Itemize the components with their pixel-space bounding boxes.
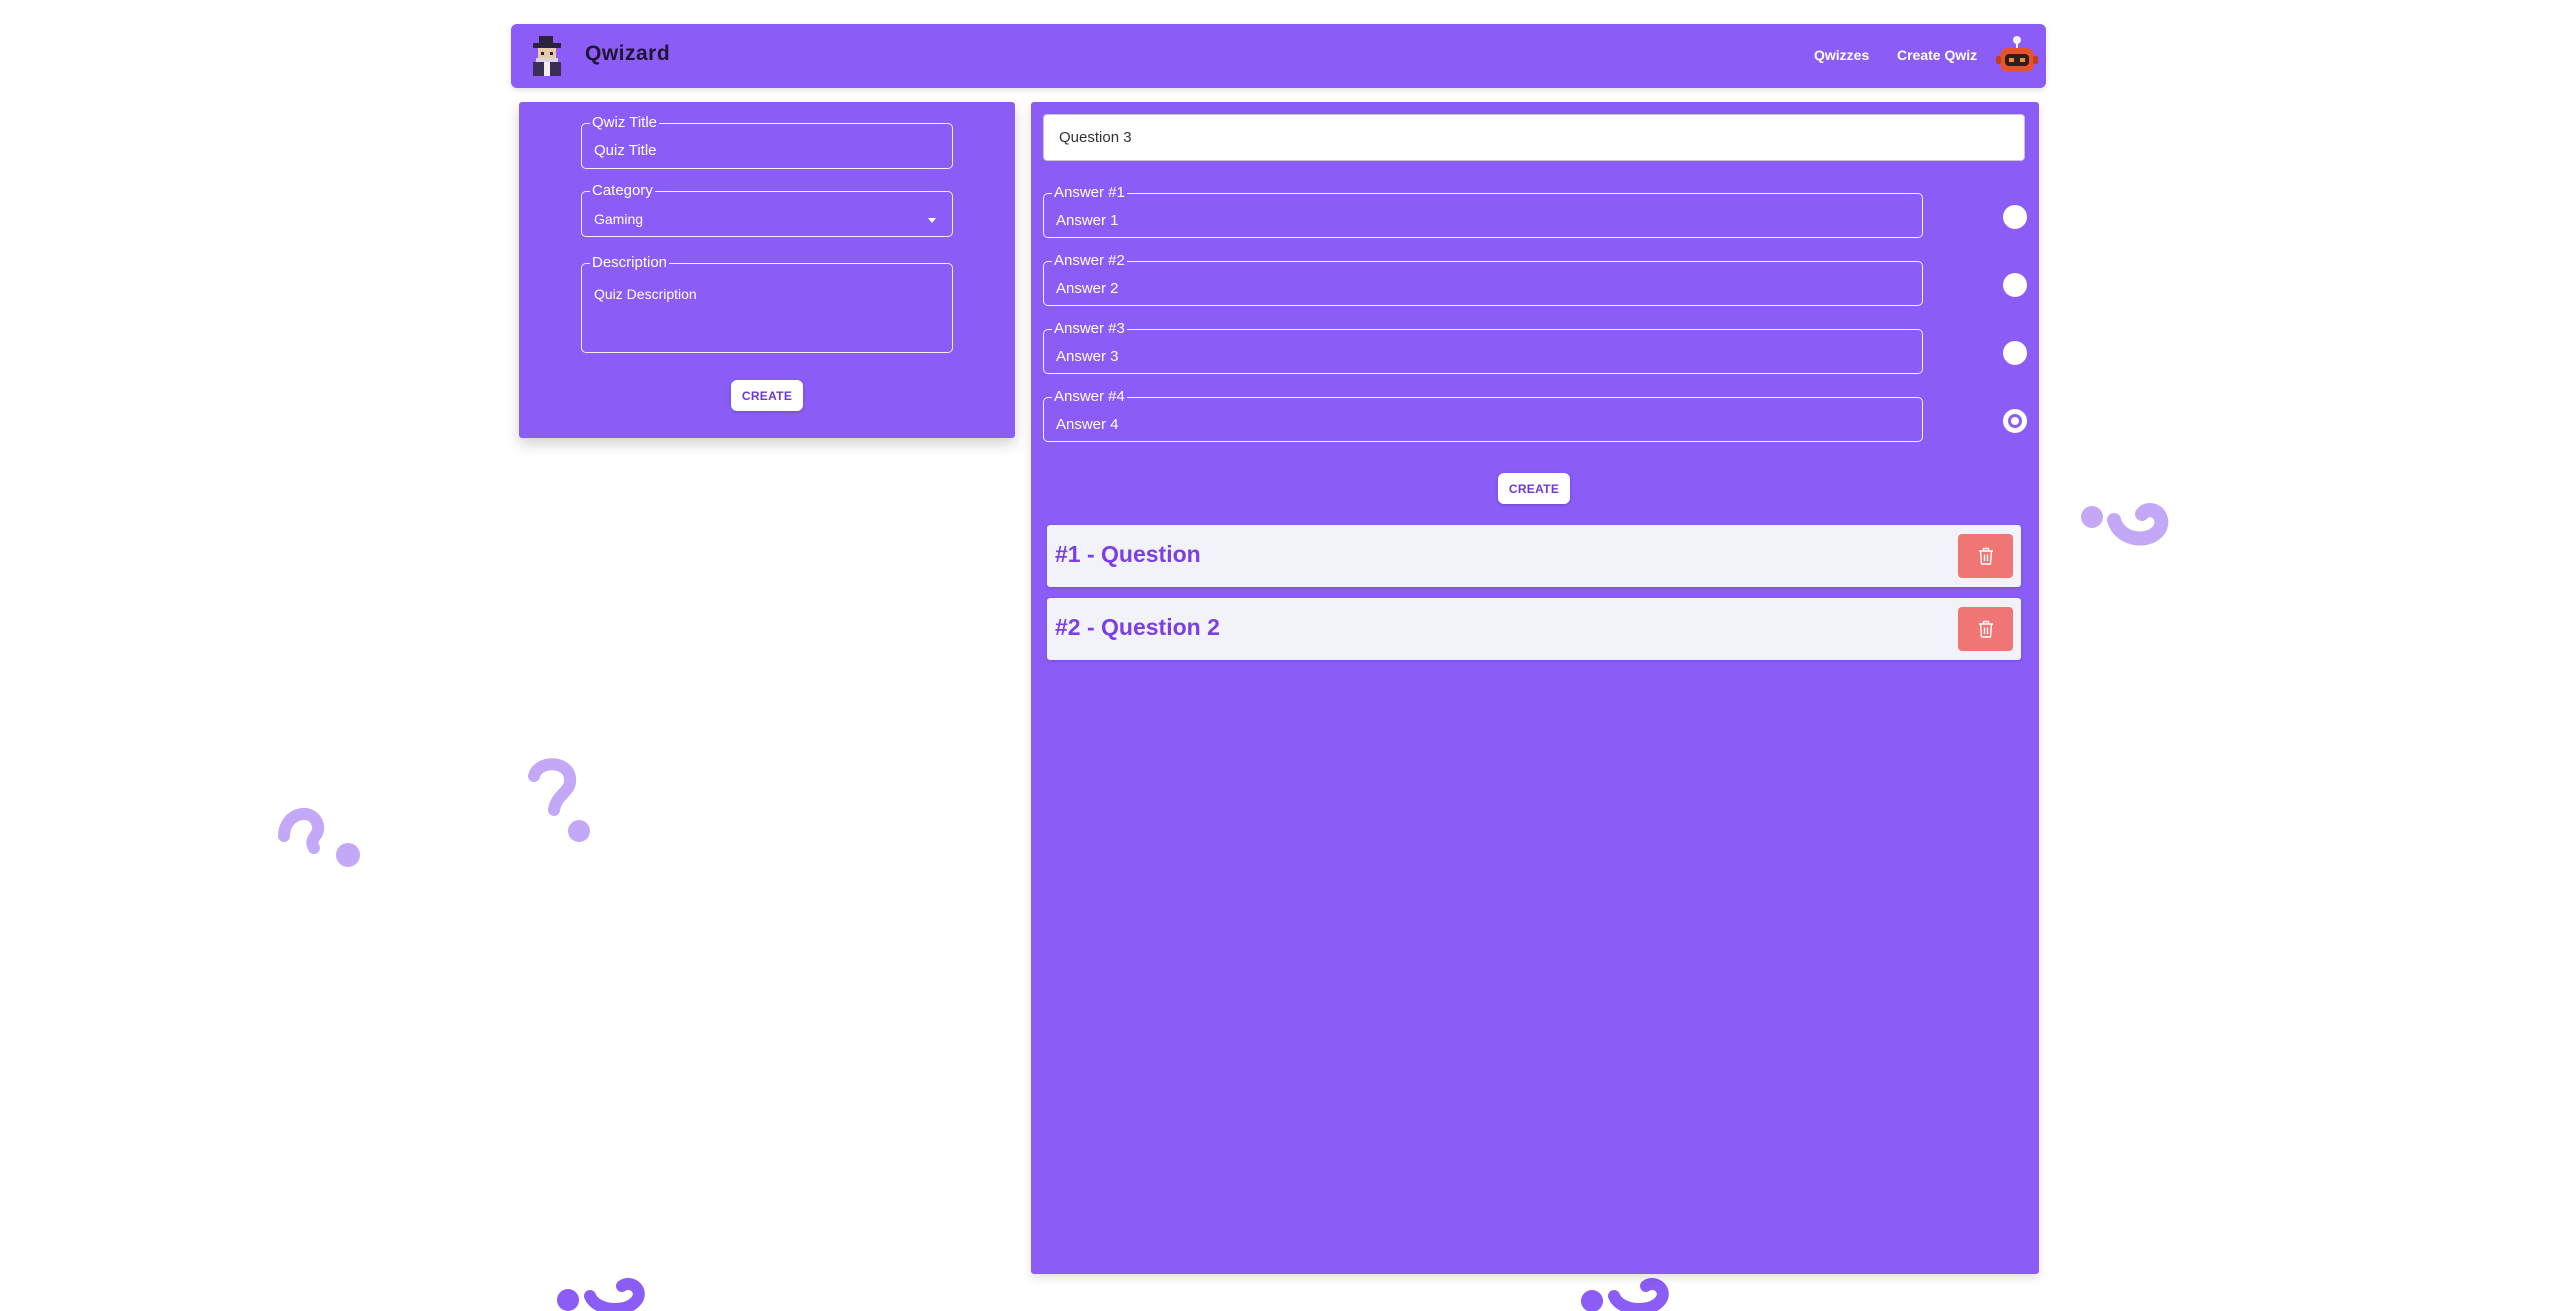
quiz-title-input[interactable]: Quiz Title [594,142,657,159]
answer-label-4: Answer #4 [1054,388,1125,405]
question-list-item[interactable]: #2 - Question 2 [1047,598,2021,660]
description-label: Description [592,254,668,271]
delete-question-button[interactable] [1958,534,2013,578]
trash-icon [1978,620,1993,638]
answer-field-3[interactable]: Answer #3 Answer 3 [1043,320,1923,374]
wizard-logo-icon[interactable] [525,34,569,78]
answer-input-1[interactable]: Answer 1 [1056,212,1119,229]
question-mark-decoration [1581,1277,1669,1311]
nav-link-qwizzes[interactable]: Qwizzes [1814,47,1869,63]
description-field[interactable]: Description Quiz Description [581,254,953,353]
create-quiz-button[interactable]: CREATE [731,380,803,411]
create-question-button[interactable]: CREATE [1498,473,1570,504]
robot-avatar-icon[interactable] [1995,34,2039,78]
answer-input-4[interactable]: Answer 4 [1056,416,1119,433]
questions-panel: Question 3 Answer #1 Answer 1 Answer #2 … [1031,102,2039,1274]
question-list-item[interactable]: #1 - Question [1047,525,2021,587]
answer-input-3[interactable]: Answer 3 [1056,348,1119,365]
correct-answer-radio-1[interactable] [2003,205,2027,229]
category-label: Category [592,182,653,199]
delete-question-button[interactable] [1958,607,2013,651]
question-mark-decoration [2081,503,2169,546]
answer-field-2[interactable]: Answer #2 Answer 2 [1043,252,1923,306]
question-mark-decoration [278,808,360,867]
trash-icon [1978,547,1993,565]
answer-label-1: Answer #1 [1054,184,1125,201]
answer-field-4[interactable]: Answer #4 Answer 4 [1043,388,1923,442]
quiz-details-panel: Qwiz Title Quiz Title Category Gaming De… [519,102,1015,438]
correct-answer-radio-4[interactable] [2003,409,2027,433]
quiz-title-field[interactable]: Qwiz Title Quiz Title [581,114,953,169]
quiz-title-label: Qwiz Title [592,114,658,131]
answer-field-1[interactable]: Answer #1 Answer 1 [1043,184,1923,238]
chevron-down-icon[interactable] [928,218,936,223]
answer-label-3: Answer #3 [1054,320,1125,337]
category-selected-value[interactable]: Gaming [594,211,643,227]
question-input[interactable]: Question 3 [1043,114,2025,161]
description-input[interactable]: Quiz Description [594,286,697,302]
question-mark-decoration [557,1277,645,1311]
question-mark-decoration [528,758,590,842]
correct-answer-radio-2[interactable] [2003,273,2027,297]
nav-link-create-qwiz[interactable]: Create Qwiz [1897,47,1977,63]
app-brand[interactable]: Qwizard [585,42,670,66]
answer-input-2[interactable]: Answer 2 [1056,280,1119,297]
question-title: #2 - Question 2 [1055,614,1220,640]
category-select[interactable]: Category Gaming [581,182,953,237]
correct-answer-radio-3[interactable] [2003,341,2027,365]
question-title: #1 - Question [1055,541,1201,567]
answer-label-2: Answer #2 [1054,252,1125,269]
top-navbar: Qwizard Qwizzes Create Qwiz [511,24,2046,88]
